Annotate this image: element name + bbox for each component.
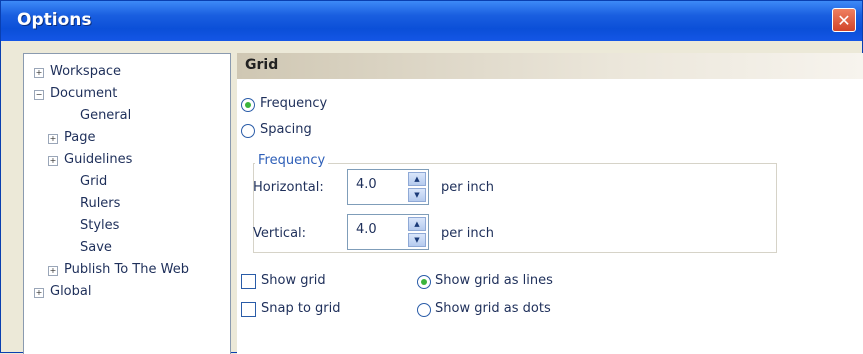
tree-item-page[interactable]: + Page <box>48 128 96 148</box>
tree-item-guidelines[interactable]: + Guidelines <box>48 150 133 170</box>
tree-item-label: Global <box>50 284 92 299</box>
vertical-unit: per inch <box>441 226 494 241</box>
horizontal-label: Horizontal: <box>253 180 324 195</box>
spacing-radio-label[interactable]: Spacing <box>260 122 312 137</box>
expand-icon[interactable]: + <box>34 288 44 298</box>
options-tree[interactable]: + Workspace − Document General + Page + Guidelin… <box>23 53 231 354</box>
tree-item-label: Styles <box>80 218 120 233</box>
tree-item-styles[interactable]: Styles <box>80 216 119 236</box>
frequency-radio[interactable] <box>241 98 255 112</box>
spacing-radio[interactable] <box>241 124 255 138</box>
tree-item-label: Rulers <box>80 196 121 211</box>
options-dialog: Options ✕ + Workspace − Document General + Pag… <box>0 0 863 354</box>
frequency-group <box>253 163 777 253</box>
tree-item-label: Workspace <box>50 64 122 79</box>
frequency-group-title: Frequency <box>255 153 329 168</box>
horizontal-unit: per inch <box>441 180 494 195</box>
tree-item-label: Save <box>80 240 112 255</box>
tree-item-label: Document <box>50 86 118 101</box>
collapse-icon[interactable]: − <box>34 90 44 100</box>
expand-icon[interactable]: + <box>34 68 44 78</box>
close-icon: ✕ <box>837 11 851 30</box>
tree-item-global[interactable]: + Global <box>34 282 92 302</box>
arrow-down-icon: ▼ <box>414 236 420 244</box>
tree-item-label: General <box>80 108 132 123</box>
horizontal-decrement-button[interactable]: ▼ <box>408 188 426 202</box>
snap-to-grid-checkbox[interactable] <box>241 302 256 317</box>
arrow-up-icon: ▲ <box>414 220 420 228</box>
tree-item-workspace[interactable]: + Workspace <box>34 62 122 82</box>
tree-item-rulers[interactable]: Rulers <box>80 194 120 214</box>
dialog-title: Options <box>17 10 92 30</box>
tree-item-grid[interactable]: Grid <box>80 172 107 192</box>
show-grid-checkbox[interactable] <box>241 274 256 289</box>
show-grid-label[interactable]: Show grid <box>261 273 326 288</box>
expand-icon[interactable]: + <box>48 134 58 144</box>
expand-icon[interactable]: + <box>48 266 58 276</box>
grid-as-lines-label[interactable]: Show grid as lines <box>435 273 553 288</box>
grid-as-lines-radio[interactable] <box>417 275 431 289</box>
arrow-down-icon: ▼ <box>414 191 420 199</box>
horizontal-spinner[interactable]: 4.0 ▲ ▼ <box>347 169 429 205</box>
tree-item-label: Page <box>64 130 96 145</box>
tree-item-label: Guidelines <box>64 152 133 167</box>
tree-item-document[interactable]: − Document <box>34 84 118 104</box>
panel-header: Grid <box>237 53 863 79</box>
panel-title: Grid <box>245 57 279 73</box>
vertical-label: Vertical: <box>253 226 307 241</box>
grid-as-dots-radio[interactable] <box>417 303 431 317</box>
horizontal-increment-button[interactable]: ▲ <box>408 172 426 186</box>
grid-settings-panel: Grid Frequency Spacing Frequency Horizon… <box>237 53 863 354</box>
arrow-up-icon: ▲ <box>414 175 420 183</box>
vertical-increment-button[interactable]: ▲ <box>408 217 426 231</box>
tree-item-save[interactable]: Save <box>80 238 112 258</box>
tree-item-label: Publish To The Web <box>64 262 189 277</box>
vertical-decrement-button[interactable]: ▼ <box>408 233 426 247</box>
close-button[interactable]: ✕ <box>832 8 856 32</box>
snap-to-grid-label[interactable]: Snap to grid <box>261 301 341 316</box>
tree-item-general[interactable]: General <box>80 106 131 126</box>
vertical-value[interactable]: 4.0 <box>356 222 377 237</box>
title-bar[interactable]: Options ✕ <box>1 1 862 41</box>
expand-icon[interactable]: + <box>48 156 58 166</box>
horizontal-value[interactable]: 4.0 <box>356 177 377 192</box>
vertical-spinner[interactable]: 4.0 ▲ ▼ <box>347 214 429 250</box>
tree-item-label: Grid <box>80 174 108 189</box>
tree-item-publish-to-the-web[interactable]: + Publish To The Web <box>48 260 189 280</box>
grid-as-dots-label[interactable]: Show grid as dots <box>435 301 551 316</box>
frequency-radio-label[interactable]: Frequency <box>260 96 327 111</box>
